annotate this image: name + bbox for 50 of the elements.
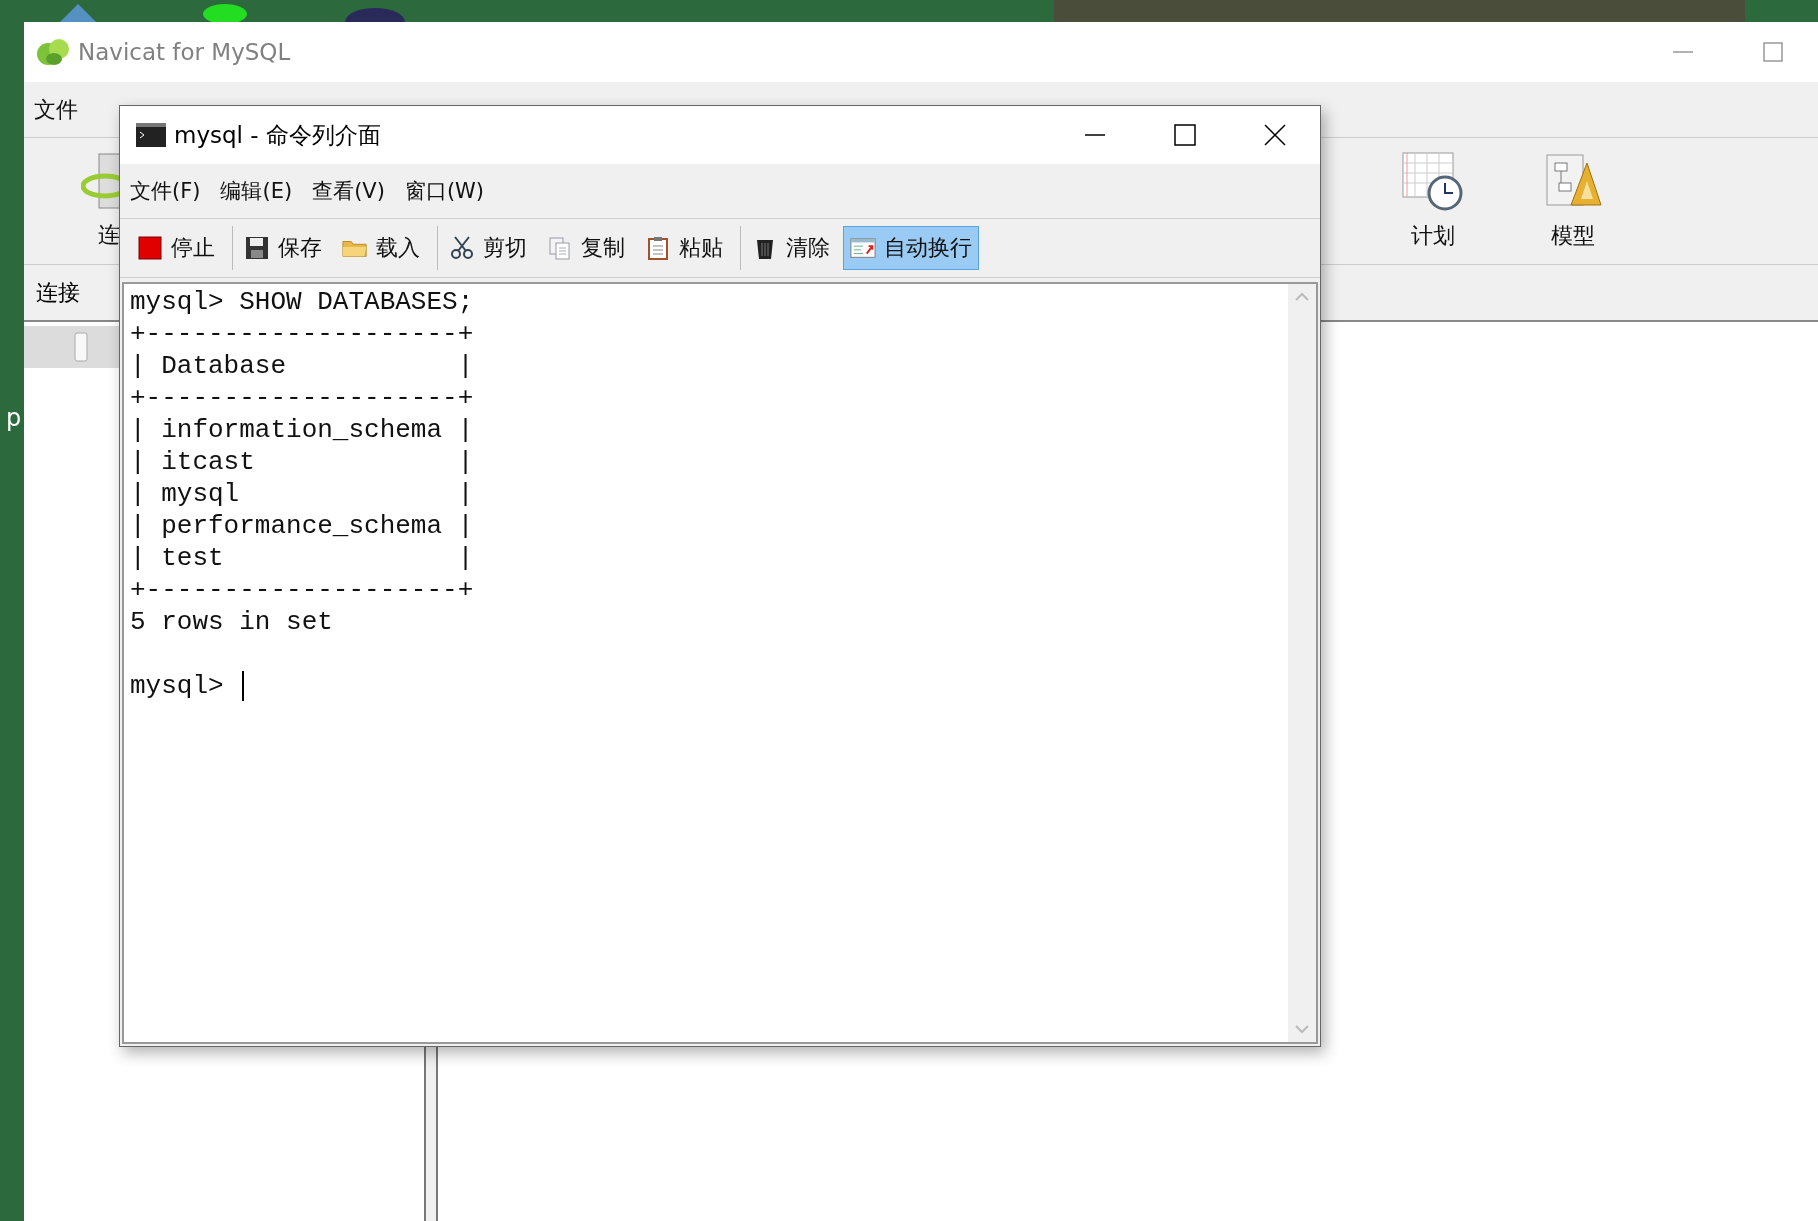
console-line: | Database | — [130, 350, 474, 382]
scissors-icon — [449, 236, 475, 260]
toolbar-button[interactable]: 停止 — [130, 226, 222, 270]
stop-icon — [137, 236, 163, 260]
console-line: | performance_schema | — [130, 510, 474, 542]
close-icon — [1264, 124, 1286, 146]
console-line: | mysql | — [130, 478, 474, 510]
console-line: | itcast | — [130, 446, 474, 478]
toolbar-button[interactable]: 载入 — [335, 226, 427, 270]
model-button[interactable]: 模型 — [1518, 147, 1628, 255]
toolbar-button[interactable]: 保存 — [237, 226, 329, 270]
maximize-icon — [1763, 42, 1783, 62]
toolbar-button[interactable]: 清除 — [745, 226, 837, 270]
terminal-icon — [136, 123, 166, 147]
clipboard-icon — [645, 236, 671, 260]
menu-item[interactable]: 查看(V) — [312, 175, 385, 207]
server-icon — [74, 332, 88, 362]
menu-item[interactable]: 窗口(W) — [404, 175, 485, 207]
desktop-icon[interactable] — [203, 4, 247, 22]
toolbar-button[interactable]: 粘贴 — [638, 226, 730, 270]
desktop-icon-label: p — [6, 404, 22, 432]
console-line: mysql> SHOW DATABASES; — [130, 286, 474, 318]
console-line: | information_schema | — [130, 414, 474, 446]
console-line: +--------------------+ — [130, 318, 474, 350]
scroll-down-icon[interactable] — [1294, 1024, 1310, 1034]
minimize-icon — [1084, 134, 1106, 136]
save-icon — [244, 236, 270, 260]
scrollbar[interactable] — [1288, 284, 1316, 1042]
tab-label[interactable]: 连接 — [36, 277, 80, 308]
maximize-icon — [1174, 124, 1196, 146]
scroll-up-icon[interactable] — [1294, 292, 1310, 302]
console-line: +--------------------+ — [130, 382, 474, 414]
toolbar-button[interactable]: 剪切 — [442, 226, 534, 270]
calendar-clock-icon — [1401, 151, 1465, 211]
window-title: Navicat for MySQL — [78, 39, 291, 65]
console-line: | test | — [130, 542, 474, 574]
app-logo-icon — [36, 37, 70, 67]
console-line: +--------------------+ — [130, 574, 474, 606]
console-line: 5 rows in set — [130, 606, 333, 638]
minimize-icon — [1673, 51, 1693, 53]
toolbar-button[interactable]: 复制 — [540, 226, 632, 270]
copy-icon — [547, 236, 573, 260]
window-title: mysql - 命令列介面 — [174, 120, 381, 150]
menu-item[interactable]: 文件 — [34, 92, 78, 127]
schedule-button[interactable]: 计划 — [1378, 147, 1488, 255]
toolbar-button[interactable]: 自动换行 — [843, 226, 979, 270]
menu-item[interactable]: 文件(F) — [130, 175, 201, 207]
console-prompt: mysql> — [130, 670, 224, 702]
wrap-icon — [850, 236, 876, 260]
menu-item[interactable]: 编辑(E) — [220, 175, 293, 207]
